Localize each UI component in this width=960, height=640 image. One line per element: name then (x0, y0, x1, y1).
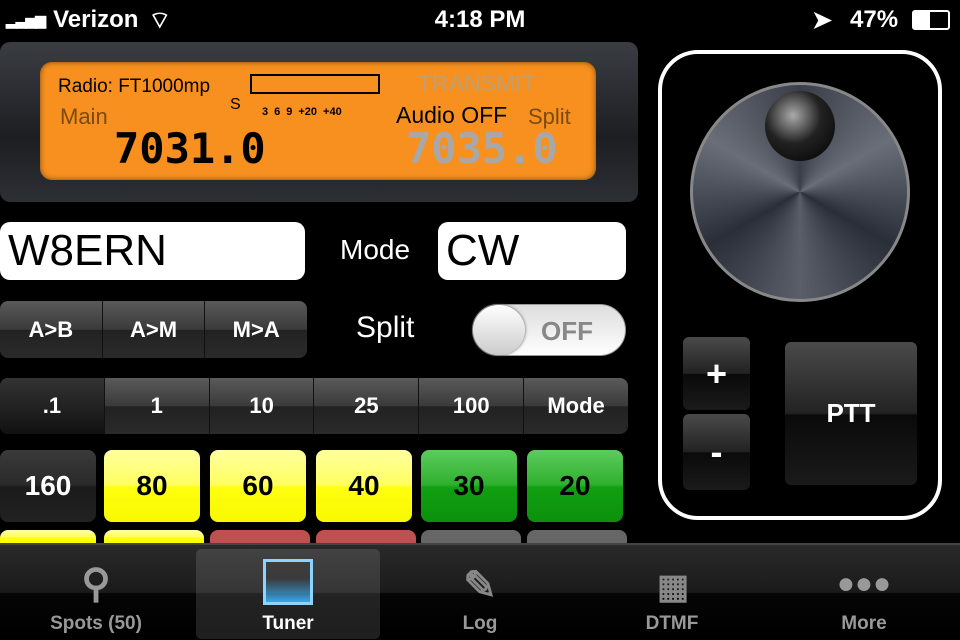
band-button[interactable] (104, 530, 204, 544)
split-toggle-label: Split (356, 311, 415, 344)
band-60-button[interactable]: 60 (210, 450, 306, 522)
step-10-button[interactable]: 10 (210, 378, 315, 434)
tab-tuner[interactable]: Tuner (196, 549, 380, 639)
main-label: Main (60, 104, 108, 129)
band-40-button[interactable]: 40 (316, 450, 412, 522)
wifi-icon: ⌔ (148, 7, 171, 34)
band-button[interactable] (316, 530, 416, 544)
plus-button[interactable]: + (683, 337, 750, 410)
s-meter (250, 74, 380, 94)
band-button[interactable] (527, 530, 627, 544)
tuning-knob[interactable] (690, 82, 910, 302)
carrier: Verizon (53, 6, 139, 33)
toggle-state: OFF (541, 316, 593, 346)
tab-bar: ⚲ Spots (50) Tuner ✎ Log ▦ DTMF ●●● More (0, 543, 960, 640)
s-meter-scale: 3 6 9 +20 +40 (262, 106, 342, 118)
toggle-knob (473, 305, 525, 355)
band-button[interactable] (0, 530, 96, 544)
signal-icon: ▂▃▅▆ (6, 11, 46, 28)
ptt-button[interactable]: PTT (785, 342, 917, 485)
main-frequency: 7031.0 (114, 124, 266, 173)
band-30-button[interactable]: 30 (421, 450, 517, 522)
keypad-icon: ▦ (656, 568, 689, 606)
vfo-buttons: A>B A>M M>A (0, 301, 307, 358)
battery-percent: 47% (850, 6, 899, 33)
mode-field[interactable]: CW (438, 222, 626, 280)
status-bar: ▂▃▅▆ Verizon ⌔ 4:18 PM ➤ 47% (0, 0, 960, 40)
location-icon: ➤ (812, 6, 833, 34)
compose-icon: ✎ (463, 564, 497, 608)
band-button[interactable] (421, 530, 521, 544)
band-160-button[interactable]: 160 (0, 450, 96, 522)
band-row-2 (0, 530, 628, 544)
step-100-button[interactable]: 100 (419, 378, 525, 434)
tab-more[interactable]: ●●● More (772, 549, 956, 639)
transmit-indicator: TRANSMIT (418, 70, 536, 96)
radio-display: Radio: FT1000mp TRANSMIT Main S 3 6 9 +20 +4… (40, 62, 596, 180)
knob-dimple (765, 91, 835, 161)
split-toggle[interactable]: OFF (472, 304, 626, 356)
tuner-icon (263, 559, 313, 605)
band-20-button[interactable]: 20 (527, 450, 623, 522)
pin-icon: ⚲ (81, 562, 111, 606)
radio-model: Radio: FT1000mp (58, 76, 211, 97)
step-0.1-button[interactable]: .1 (0, 378, 105, 434)
s-label: S (230, 96, 241, 113)
band-button[interactable] (210, 530, 310, 544)
more-icon: ●●● (836, 567, 892, 600)
split-frequency: 7035.0 (406, 124, 558, 173)
tab-spots[interactable]: ⚲ Spots (50) (4, 549, 188, 639)
m-to-a-button[interactable]: M>A (205, 301, 307, 358)
a-to-b-button[interactable]: A>B (0, 301, 103, 358)
tab-dtmf[interactable]: ▦ DTMF (580, 549, 764, 639)
step-buttons: .1 1 10 25 100 Mode (0, 378, 628, 434)
step-25-button[interactable]: 25 (314, 378, 420, 434)
battery-icon (912, 10, 950, 30)
callsign-input[interactable]: W8ERN (0, 222, 305, 280)
tab-log[interactable]: ✎ Log (388, 549, 572, 639)
step-mode-button[interactable]: Mode (524, 378, 628, 434)
mode-label: Mode (340, 234, 411, 265)
minus-button[interactable]: - (683, 414, 750, 490)
step-1-button[interactable]: 1 (105, 378, 210, 434)
band-80-button[interactable]: 80 (104, 450, 200, 522)
a-to-m-button[interactable]: A>M (103, 301, 206, 358)
